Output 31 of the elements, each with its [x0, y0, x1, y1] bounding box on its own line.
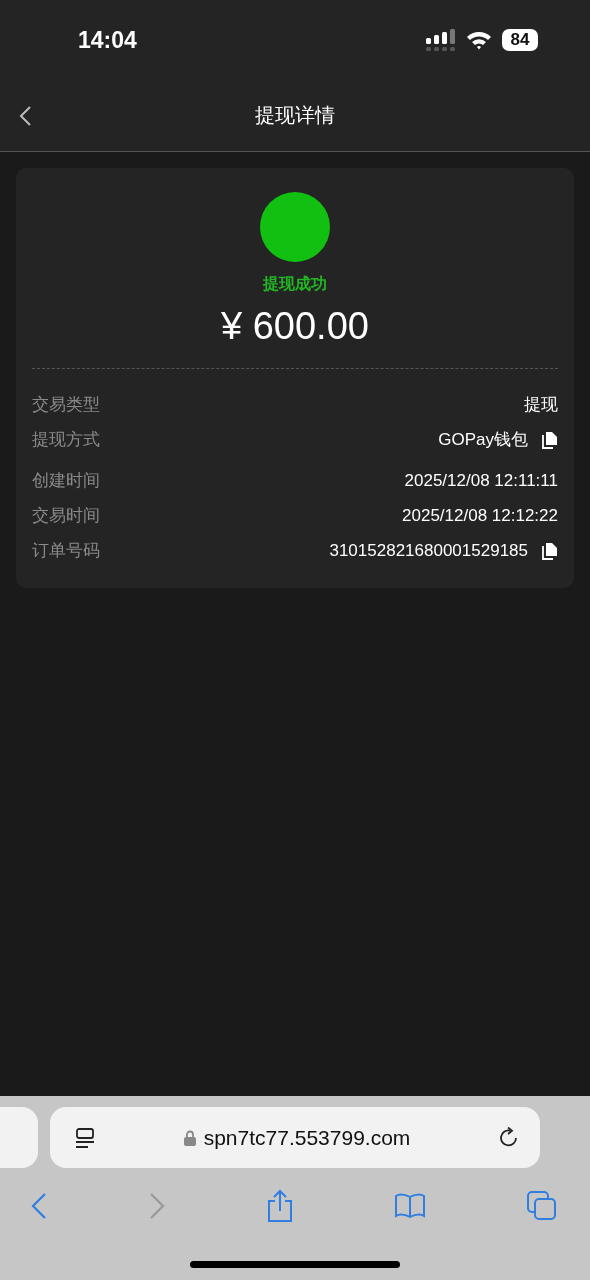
field-label: 提现方式	[32, 428, 100, 451]
tabs-icon[interactable]	[526, 1190, 558, 1222]
signal-icon	[426, 29, 456, 51]
page-title: 提现详情	[255, 102, 335, 129]
book-icon[interactable]	[394, 1193, 426, 1219]
status-label: 提现成功	[263, 274, 327, 295]
copy-icon[interactable]	[542, 430, 558, 449]
amount: ¥ 600.00	[221, 305, 369, 348]
field-value: 2025/12/08 12:12:22	[402, 505, 558, 526]
share-icon[interactable]	[266, 1189, 294, 1223]
url-text: spn7tc77.553799.com	[203, 1125, 411, 1150]
field-label: 交易类型	[32, 393, 100, 416]
back-icon[interactable]	[18, 105, 32, 127]
previous-tab[interactable]	[0, 1107, 38, 1168]
address-bar[interactable]: spn7tc77.553799.com	[50, 1107, 540, 1168]
forward-icon[interactable]	[148, 1192, 166, 1220]
battery-icon: 84	[502, 29, 538, 51]
field-value: 310152821680001529185	[329, 540, 528, 561]
success-icon	[260, 192, 330, 262]
reload-icon[interactable]	[498, 1126, 520, 1149]
field-label: 订单号码	[32, 539, 100, 562]
field-label: 创建时间	[32, 469, 100, 492]
page-menu-icon[interactable]	[74, 1126, 96, 1149]
wifi-icon	[466, 30, 492, 50]
copy-icon[interactable]	[542, 541, 558, 560]
field-value: 2025/12/08 12:11:11	[404, 470, 558, 491]
lock-icon	[183, 1129, 196, 1146]
field-value: 提现	[524, 394, 558, 416]
field-value: GOPay钱包	[438, 429, 528, 451]
field-label: 交易时间	[32, 504, 100, 527]
status-time: 14:04	[78, 26, 137, 54]
